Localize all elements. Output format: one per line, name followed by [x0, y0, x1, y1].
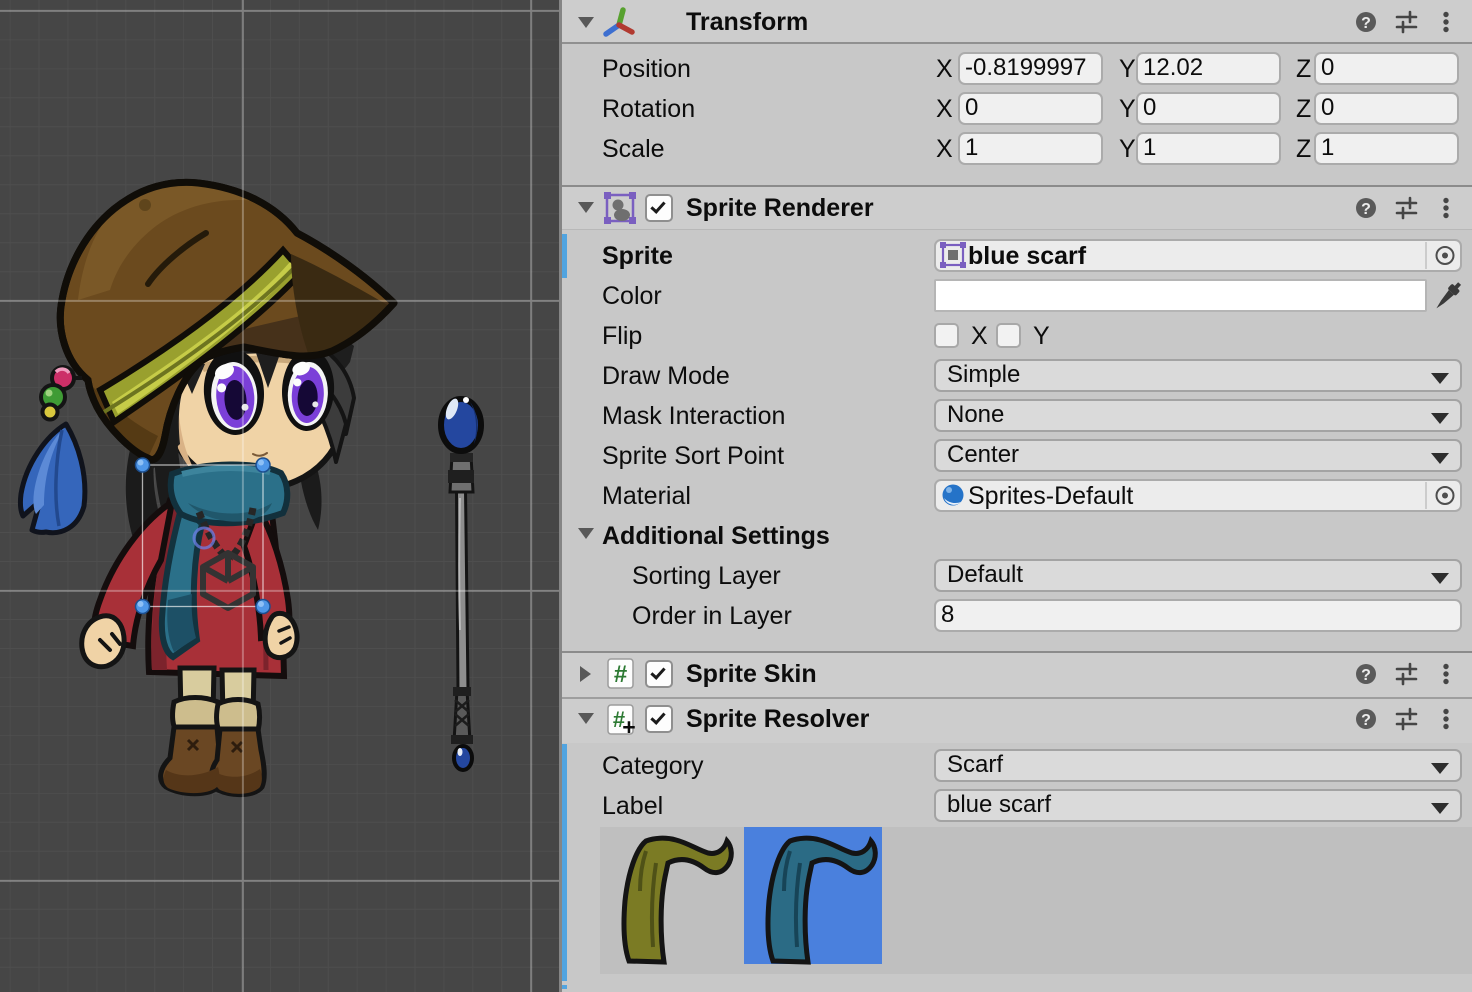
svg-text:?: ? — [1361, 667, 1371, 684]
svg-text:?: ? — [1361, 712, 1371, 729]
svg-text:#: # — [614, 661, 627, 688]
svg-text:?: ? — [1361, 201, 1371, 218]
svg-text:?: ? — [1361, 15, 1371, 32]
svg-text:+: + — [622, 714, 635, 740]
